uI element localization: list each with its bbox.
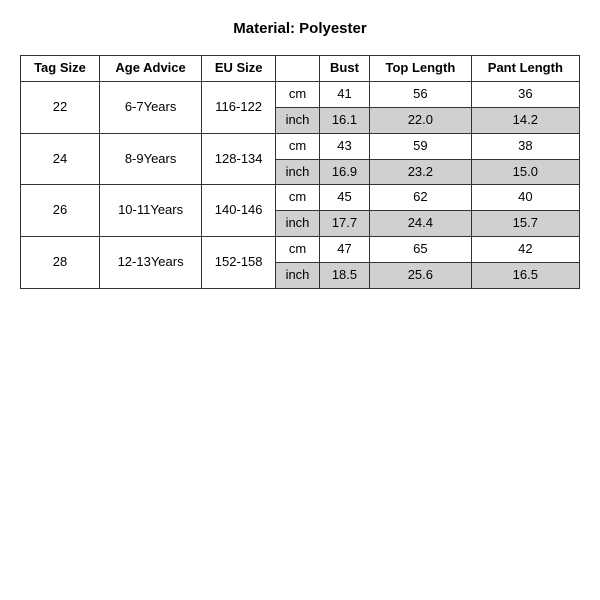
age-advice-cell: 6-7Years <box>99 81 201 133</box>
bust-cm: 41 <box>319 81 369 107</box>
unit-cm: cm <box>276 133 320 159</box>
unit-inch: inch <box>276 107 320 133</box>
age-advice-cell: 8-9Years <box>99 133 201 185</box>
size-table: Tag Size Age Advice EU Size Bust Top Len… <box>20 55 580 289</box>
header-bust: Bust <box>319 56 369 82</box>
header-age-advice: Age Advice <box>99 56 201 82</box>
unit-inch: inch <box>276 211 320 237</box>
pant-length-cm: 36 <box>471 81 579 107</box>
eu-size-cell: 116-122 <box>202 81 276 133</box>
top-length-cm: 65 <box>370 237 472 263</box>
top-length-inch: 25.6 <box>370 263 472 289</box>
eu-size-cell: 140-146 <box>202 185 276 237</box>
pant-length-inch: 16.5 <box>471 263 579 289</box>
bust-inch: 16.1 <box>319 107 369 133</box>
unit-cm: cm <box>276 81 320 107</box>
pant-length-cm: 42 <box>471 237 579 263</box>
unit-inch: inch <box>276 159 320 185</box>
top-length-inch: 24.4 <box>370 211 472 237</box>
top-length-inch: 22.0 <box>370 107 472 133</box>
bust-inch: 17.7 <box>319 211 369 237</box>
top-length-inch: 23.2 <box>370 159 472 185</box>
tag-size-cell: 22 <box>21 81 100 133</box>
bust-cm: 43 <box>319 133 369 159</box>
tag-size-cell: 26 <box>21 185 100 237</box>
pant-length-cm: 38 <box>471 133 579 159</box>
header-pant-length: Pant Length <box>471 56 579 82</box>
top-length-cm: 59 <box>370 133 472 159</box>
pant-length-cm: 40 <box>471 185 579 211</box>
bust-inch: 18.5 <box>319 263 369 289</box>
page-title: Material: Polyester <box>233 20 366 37</box>
header-eu-size: EU Size <box>202 56 276 82</box>
age-advice-cell: 12-13Years <box>99 237 201 289</box>
unit-inch: inch <box>276 263 320 289</box>
pant-length-inch: 15.0 <box>471 159 579 185</box>
top-length-cm: 56 <box>370 81 472 107</box>
eu-size-cell: 128-134 <box>202 133 276 185</box>
header-unit <box>276 56 320 82</box>
bust-cm: 47 <box>319 237 369 263</box>
header-top-length: Top Length <box>370 56 472 82</box>
pant-length-inch: 14.2 <box>471 107 579 133</box>
unit-cm: cm <box>276 237 320 263</box>
tag-size-cell: 24 <box>21 133 100 185</box>
unit-cm: cm <box>276 185 320 211</box>
eu-size-cell: 152-158 <box>202 237 276 289</box>
tag-size-cell: 28 <box>21 237 100 289</box>
bust-cm: 45 <box>319 185 369 211</box>
pant-length-inch: 15.7 <box>471 211 579 237</box>
top-length-cm: 62 <box>370 185 472 211</box>
age-advice-cell: 10-11Years <box>99 185 201 237</box>
bust-inch: 16.9 <box>319 159 369 185</box>
header-tag-size: Tag Size <box>21 56 100 82</box>
